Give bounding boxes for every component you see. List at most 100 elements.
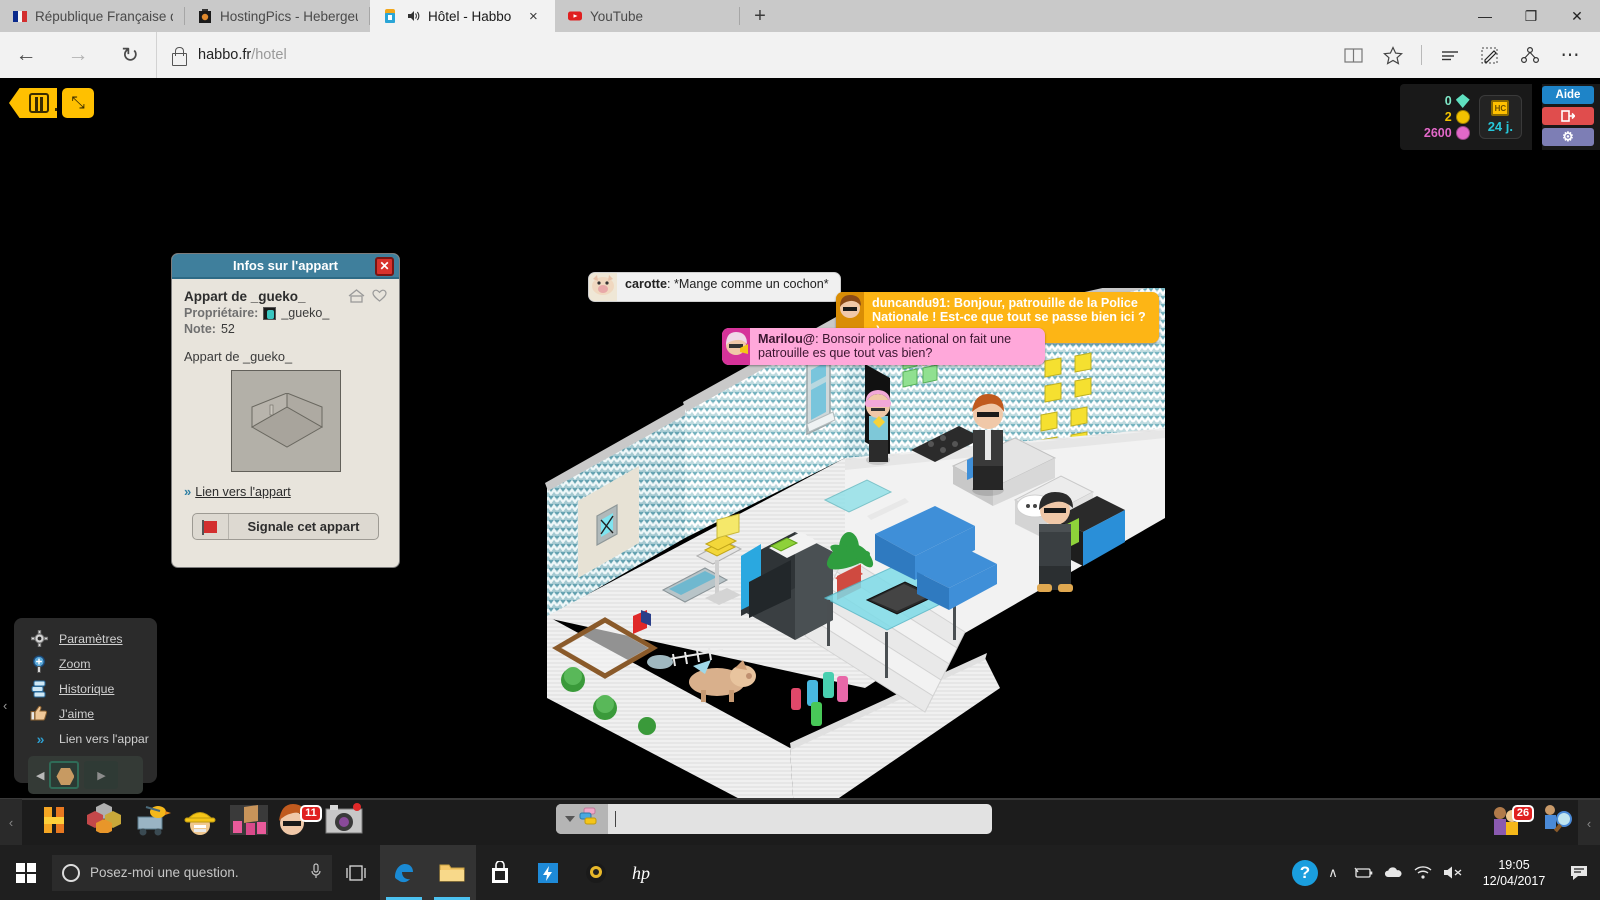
- room-info-title: Infos sur l'appart: [233, 258, 338, 273]
- volume-muted-icon[interactable]: [1438, 845, 1468, 900]
- owner-label: Propriétaire:: [184, 306, 259, 320]
- more-settings-icon[interactable]: ⋯: [1550, 32, 1590, 78]
- room-link-row[interactable]: » Lien vers l'appart: [184, 484, 387, 499]
- close-window-button[interactable]: ✕: [1554, 0, 1600, 32]
- logout-button[interactable]: [1542, 107, 1594, 125]
- clock-date: 12/04/2017: [1482, 873, 1546, 888]
- room-thumbnail[interactable]: [230, 370, 341, 472]
- context-item-parametres[interactable]: Paramètres: [14, 626, 157, 651]
- task-view-icon[interactable]: [332, 845, 380, 900]
- tab-close-icon[interactable]: ×: [529, 8, 543, 25]
- battery-icon[interactable]: [1348, 845, 1378, 900]
- context-item-jaime[interactable]: J'aime: [14, 701, 157, 726]
- reading-view-icon[interactable]: [1333, 32, 1373, 78]
- context-item-historique[interactable]: Historique: [14, 676, 157, 701]
- currency-duckets[interactable]: 2600: [1414, 126, 1470, 141]
- habbo-home-button[interactable]: [9, 88, 57, 118]
- credit-amount: 2: [1444, 109, 1452, 124]
- hud-buttons: Aide ⚙: [1542, 84, 1600, 150]
- fullscreen-button[interactable]: ⤡: [62, 88, 94, 118]
- back-button[interactable]: ←: [0, 32, 52, 78]
- cortana-search-box[interactable]: Posez-moi une question.: [52, 854, 332, 891]
- help-button[interactable]: Aide: [1542, 86, 1594, 104]
- store-taskbar-button[interactable]: [476, 845, 524, 900]
- browser-tab-2-active[interactable]: Hôtel - Habbo ×: [370, 0, 555, 32]
- address-bar[interactable]: habbo.fr/hotel: [156, 32, 1333, 78]
- refresh-button[interactable]: ↻: [104, 32, 156, 78]
- hp-taskbar-button[interactable]: hp: [620, 845, 668, 900]
- room-canvas[interactable]: [545, 288, 1165, 808]
- navigator-search-button[interactable]: [1538, 803, 1582, 843]
- browser-tab-1[interactable]: HostingPics - Hebergeur d'i: [185, 0, 370, 32]
- avatar-profile-button[interactable]: 11: [276, 803, 322, 843]
- minimize-button[interactable]: —: [1462, 0, 1508, 32]
- file-explorer-taskbar-button[interactable]: [428, 845, 476, 900]
- svg-text:hp: hp: [632, 863, 650, 883]
- marilou-avatar-icon: [722, 328, 750, 365]
- url-domain: habbo.fr: [198, 47, 252, 63]
- room-description: Appart de _gueko_: [184, 349, 293, 364]
- share-icon[interactable]: [1510, 32, 1550, 78]
- media-taskbar-button[interactable]: [572, 845, 620, 900]
- close-icon[interactable]: ✕: [375, 257, 394, 276]
- browser-tab-3[interactable]: YouTube: [555, 0, 740, 32]
- action-center-icon[interactable]: [1560, 864, 1600, 882]
- chat-input[interactable]: [616, 805, 992, 833]
- inventory-button[interactable]: [84, 802, 128, 843]
- browser-tab-0[interactable]: République Française de Ha: [0, 0, 185, 32]
- web-note-icon[interactable]: [1470, 32, 1510, 78]
- camera-button[interactable]: [324, 802, 368, 843]
- new-tab-button[interactable]: +: [740, 0, 780, 32]
- report-room-button[interactable]: Signale cet appart: [192, 513, 379, 540]
- chevron-down-icon: [564, 816, 575, 822]
- home-icon[interactable]: [348, 289, 365, 306]
- windows-start-button[interactable]: [0, 845, 52, 900]
- context-menu-collapse[interactable]: ‹: [3, 698, 7, 713]
- room-furni-button[interactable]: [228, 803, 272, 843]
- forward-button[interactable]: →: [52, 32, 104, 78]
- context-item-zoom[interactable]: Zoom: [14, 651, 157, 676]
- lock-icon: [171, 46, 187, 66]
- habbo-h-icon: [29, 93, 57, 113]
- habbo-logo-button[interactable]: [36, 803, 80, 843]
- show-hidden-icons[interactable]: ∧: [1318, 845, 1348, 900]
- speaker-icon[interactable]: [405, 8, 421, 24]
- room-info-panel[interactable]: Infos sur l'appart ✕ Appart de _gueko_ P…: [171, 253, 400, 568]
- client-hud: 0 2 2600 HC 24 j. Aide ⚙: [1399, 84, 1600, 150]
- heart-icon[interactable]: [372, 289, 387, 306]
- favorites-star-icon[interactable]: [1373, 32, 1413, 78]
- catalogue-button[interactable]: [132, 803, 176, 843]
- chat-input-bar[interactable]: [556, 804, 992, 834]
- currency-credits[interactable]: 2: [1414, 110, 1470, 125]
- onedrive-icon[interactable]: [1378, 845, 1408, 900]
- nav-next-icon[interactable]: ▶: [84, 761, 119, 789]
- hub-icon[interactable]: [1430, 32, 1470, 78]
- help-tray-icon[interactable]: ?: [1292, 859, 1318, 886]
- settings-button[interactable]: ⚙: [1542, 128, 1594, 146]
- clock-time: 19:05: [1498, 857, 1530, 872]
- hc-panel[interactable]: HC 24 j.: [1478, 95, 1522, 139]
- context-item-lien[interactable]: » Lien vers l'appar: [14, 726, 157, 751]
- current-room-thumb[interactable]: [49, 761, 80, 789]
- room-navigation-dock[interactable]: ◀ ▶: [28, 756, 143, 794]
- currency-diamonds[interactable]: 0: [1414, 94, 1470, 109]
- microphone-icon[interactable]: [310, 863, 322, 882]
- wifi-icon[interactable]: [1408, 845, 1438, 900]
- toolbar-left-icons: 11: [22, 802, 368, 843]
- toolbar-right-collapse[interactable]: ‹: [1578, 800, 1600, 845]
- shortcut-taskbar-button[interactable]: [524, 845, 572, 900]
- chat-style-button[interactable]: [556, 804, 608, 834]
- room-link-label[interactable]: Lien vers l'appart: [195, 485, 291, 499]
- friends-button[interactable]: 26: [1488, 803, 1534, 843]
- toolbar-left-collapse[interactable]: ‹: [0, 799, 22, 845]
- habbo-isometric-room[interactable]: [545, 288, 1165, 808]
- nav-prev-icon[interactable]: ◀: [36, 769, 44, 782]
- room-thumbnail-image: [250, 393, 323, 448]
- edge-taskbar-button[interactable]: [380, 845, 428, 900]
- maximize-button[interactable]: ❐: [1508, 0, 1554, 32]
- builders-club-button[interactable]: [180, 803, 224, 843]
- taskbar-clock[interactable]: 19:05 12/04/2017: [1468, 857, 1560, 889]
- credit-icon: [1455, 110, 1470, 124]
- chat-bubble-marilou[interactable]: Marilou@: Bonsoir police national on fai…: [722, 328, 1045, 365]
- chat-bubble-carotte[interactable]: carotte: *Mange comme un cochon*: [588, 272, 841, 302]
